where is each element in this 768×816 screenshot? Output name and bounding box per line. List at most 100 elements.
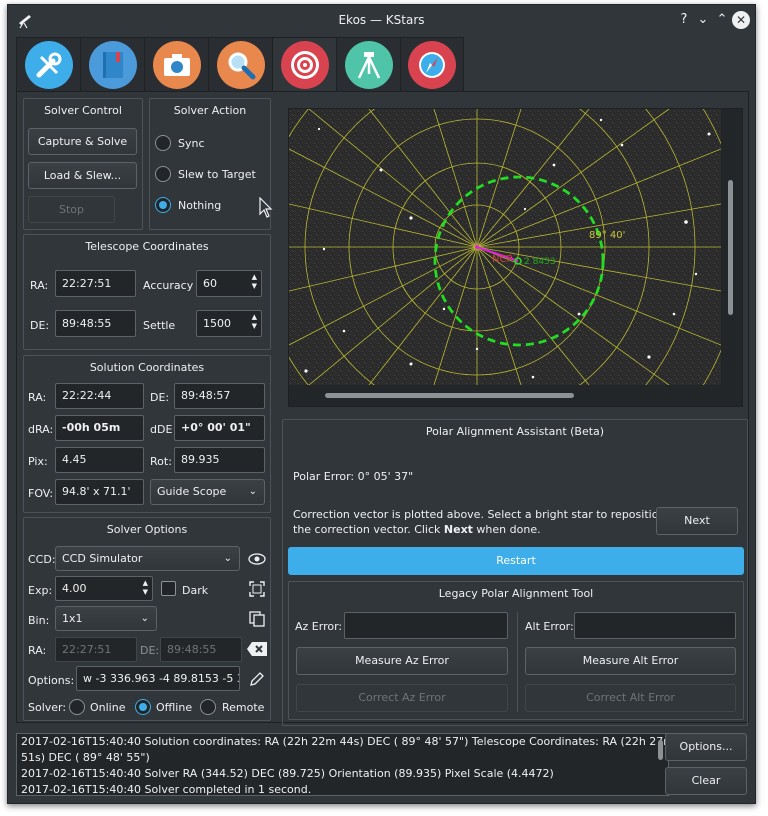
pencil-icon[interactable] <box>246 668 268 690</box>
tab-align[interactable] <box>272 37 336 92</box>
log-line: 51s) DEC ( 89° 48' 55") <box>21 751 150 764</box>
pix-label: Pix: <box>28 455 48 468</box>
settle-value: 1500 <box>203 317 231 330</box>
options-field[interactable]: w -3 336.963 -4 89.8153 -5 30 <box>76 666 240 691</box>
telescope-de-field[interactable]: 89:48:55 <box>55 310 136 337</box>
tab-scheduler[interactable] <box>80 37 144 92</box>
correct-alt-error-button[interactable]: Correct Alt Error <box>525 684 736 712</box>
remote-radio[interactable] <box>200 699 216 715</box>
log-output[interactable]: 2017-02-16T15:40:40 Solution coordinates… <box>16 733 669 796</box>
telescope-coordinates-group: Telescope Coordinates RA: 22:27:51 Accur… <box>23 234 271 350</box>
fov-field[interactable]: 94.8' x 71.1' <box>55 479 144 505</box>
solver-control-group: Solver Control Capture & Solve Load & Sl… <box>23 98 143 230</box>
capture-solve-button[interactable]: Capture & Solve <box>28 128 137 155</box>
load-slew-button[interactable]: Load & Slew... <box>28 162 137 189</box>
target-icon <box>280 40 329 89</box>
az-error-field[interactable] <box>344 612 508 639</box>
tab-setup[interactable] <box>16 37 80 92</box>
help-button[interactable]: ? <box>675 11 693 29</box>
nothing-label: Nothing <box>178 199 222 212</box>
maximize-button[interactable]: ⌃ <box>713 11 731 29</box>
log-line: 2017-02-16T15:40:40 Solver RA (344.52) D… <box>21 767 554 780</box>
clear-input-icon[interactable] <box>246 638 268 660</box>
options-label: Options: <box>28 674 75 687</box>
notebook-icon <box>88 40 137 89</box>
slew-to-target-radio[interactable] <box>155 166 171 182</box>
nothing-radio[interactable] <box>155 197 171 213</box>
dde-field[interactable]: +0° 00' 01" <box>174 415 265 441</box>
bin-combo[interactable]: 1x1 ⌄ <box>55 606 157 631</box>
solution-coordinates-title: Solution Coordinates <box>89 361 205 374</box>
next-button[interactable]: Next <box>656 507 738 535</box>
vertical-scrollbar[interactable] <box>728 180 733 315</box>
camera-icon <box>152 40 201 89</box>
offline-radio[interactable] <box>135 699 151 715</box>
scope-combo[interactable]: Guide Scope ⌄ <box>150 479 265 505</box>
log-line: 2017-02-16T15:40:40 Solution coordinates… <box>21 735 669 748</box>
tab-guide[interactable] <box>400 37 464 92</box>
correct-az-error-button[interactable]: Correct Az Error <box>296 684 508 712</box>
clear-button[interactable]: Clear <box>665 767 747 795</box>
chevron-down-icon: ⌄ <box>248 486 257 497</box>
rot-field[interactable]: 89.935 <box>174 447 265 473</box>
horizontal-scrollbar[interactable] <box>325 393 574 398</box>
copy-icon[interactable] <box>246 608 268 630</box>
solver-control-title: Solver Control <box>44 104 122 117</box>
minimize-button[interactable]: ⌄ <box>694 11 712 29</box>
accuracy-spinbox[interactable]: 60 ▲ ▼ <box>196 270 262 297</box>
eye-icon[interactable] <box>246 548 268 570</box>
accuracy-label: Accuracy <box>143 279 194 292</box>
star-label: 2 8453 <box>524 257 556 267</box>
tab-mount[interactable] <box>336 37 400 92</box>
compass-icon <box>408 40 456 89</box>
close-button[interactable]: ✕ <box>732 11 750 29</box>
alt-error-field[interactable] <box>574 612 736 639</box>
dark-label: Dark <box>182 584 209 597</box>
measure-az-error-button[interactable]: Measure Az Error <box>296 647 508 675</box>
grid-angle-label: 89° 40' <box>589 230 625 241</box>
online-radio[interactable] <box>69 699 85 715</box>
polar-alignment-assistant-group: Polar Alignment Assistant (Beta) Polar E… <box>282 419 748 726</box>
dark-checkbox[interactable] <box>161 581 176 596</box>
chevron-down-icon: ⌄ <box>223 553 232 564</box>
telescope-ra-field[interactable]: 22:27:51 <box>55 270 136 297</box>
magnifier-icon <box>216 40 265 89</box>
exposure-spin-arrows[interactable]: ▲ ▼ <box>143 579 148 597</box>
dde-label: dDE <box>150 423 173 436</box>
chevron-down-icon: ⌄ <box>140 613 149 624</box>
sync-label: Sync <box>178 137 205 150</box>
frame-icon[interactable] <box>246 578 268 600</box>
sync-radio[interactable] <box>155 135 171 151</box>
ccd-combo[interactable]: CCD Simulator ⌄ <box>55 546 240 571</box>
stop-button[interactable]: Stop <box>28 196 115 223</box>
options-button[interactable]: Options... <box>665 733 747 761</box>
solution-de-field[interactable]: 89:48:57 <box>174 383 265 409</box>
tab-capture[interactable] <box>144 37 208 92</box>
instruction-next-emphasis: Next <box>443 523 473 536</box>
ccd-combo-value: CCD Simulator <box>62 552 143 565</box>
pix-field[interactable]: 4.45 <box>55 447 144 473</box>
polar-alignment-title: Polar Alignment Assistant (Beta) <box>425 425 605 438</box>
settle-spin-arrows[interactable]: ▲ ▼ <box>252 313 257 331</box>
options-de-field[interactable]: 89:48:55 <box>160 637 242 662</box>
dra-field[interactable]: -00h 05m 07s <box>55 415 144 458</box>
accuracy-spin-arrows[interactable]: ▲ ▼ <box>252 273 257 291</box>
exposure-spinbox[interactable]: 4.00 ▲ ▼ <box>55 576 153 601</box>
log-scrollbar[interactable] <box>658 740 663 760</box>
bin-combo-value: 1x1 <box>62 612 83 625</box>
legacy-divider <box>517 612 518 712</box>
restart-button[interactable]: Restart <box>288 547 744 575</box>
options-de-label: DE: <box>140 644 160 657</box>
remote-label: Remote <box>222 701 265 714</box>
telescope-ra-label: RA: <box>30 279 49 292</box>
tab-focus[interactable] <box>208 37 272 92</box>
options-ra-field[interactable]: 22:27:51 <box>55 637 137 662</box>
alt-error-label: Alt Error: <box>525 620 574 633</box>
fits-image-view[interactable]: NCP 2 8453 89° 40' <box>288 108 743 407</box>
settle-spinbox[interactable]: 1500 ▲ ▼ <box>196 310 262 337</box>
measure-alt-error-button[interactable]: Measure Alt Error <box>525 647 736 675</box>
wrench-screwdriver-icon <box>24 40 73 89</box>
solution-ra-field[interactable]: 22:22:44 <box>55 383 144 409</box>
module-tabs <box>16 37 464 92</box>
instruction-text-c: when done. <box>472 523 541 536</box>
